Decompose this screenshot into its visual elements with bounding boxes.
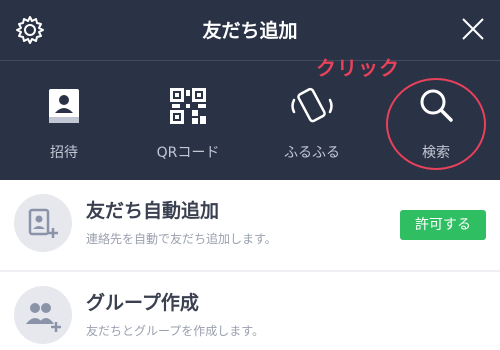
invite-label: 招待 — [50, 145, 78, 161]
contact-book-icon — [49, 89, 79, 123]
shake-phone-icon — [291, 87, 333, 123]
shake-label: ふるふる — [284, 145, 340, 161]
qr-code-button[interactable]: QRコード — [128, 72, 248, 172]
list-item-create-group[interactable]: グループ作成 友だちとグループを作成します。 — [0, 272, 500, 350]
header-divider — [0, 60, 500, 61]
auto-add-subtitle: 連絡先を自動で友だち追加します。 — [86, 232, 277, 246]
qr-code-icon — [170, 88, 206, 124]
page-title: 友だち追加 — [202, 20, 298, 42]
top-bar: 友だち追加 — [0, 0, 500, 60]
invite-button[interactable]: 招待 — [4, 72, 124, 172]
close-icon[interactable] — [458, 14, 488, 44]
header-panel: 友だち追加 クリック 招待 QRコード ふるふる 検索 — [0, 0, 500, 180]
group-avatar — [14, 286, 72, 344]
shake-button[interactable]: ふるふる — [252, 72, 372, 172]
add-friend-icon — [28, 208, 58, 238]
auto-add-title: 友だち自動追加 — [86, 200, 220, 222]
create-group-title: グループ作成 — [86, 292, 199, 314]
create-group-subtitle: 友だちとグループを作成します。 — [86, 324, 265, 338]
qr-code-label: QRコード — [156, 145, 220, 161]
allow-button[interactable]: 許可する — [400, 210, 486, 240]
add-friend-avatar — [14, 194, 72, 252]
highlight-circle — [386, 78, 486, 170]
group-add-icon — [26, 303, 61, 332]
